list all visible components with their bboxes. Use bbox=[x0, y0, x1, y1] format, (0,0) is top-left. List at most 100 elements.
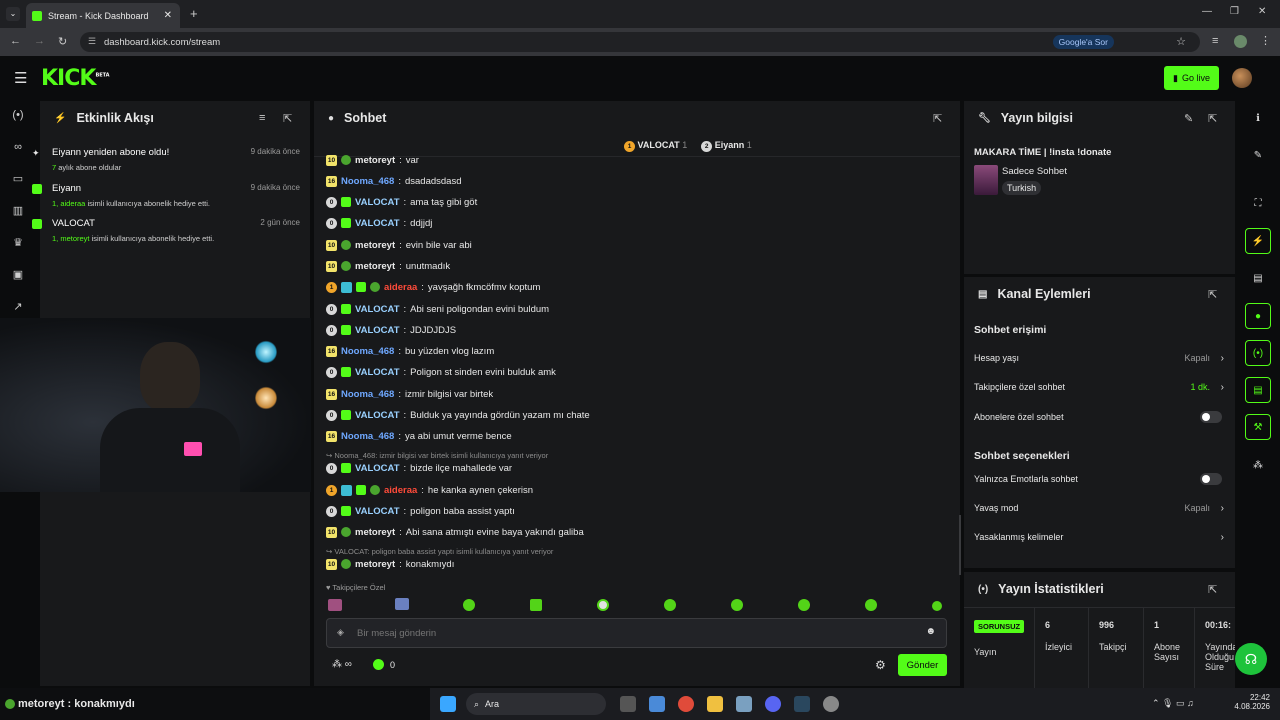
emote-icon[interactable] bbox=[530, 599, 542, 611]
chat-username[interactable]: metoreyt bbox=[355, 261, 395, 272]
emote-icon[interactable] bbox=[597, 599, 609, 611]
chat-username[interactable]: aideraa bbox=[384, 485, 417, 496]
emote-icon[interactable] bbox=[395, 598, 409, 610]
send-button[interactable]: Gönder bbox=[898, 654, 947, 676]
chat-username[interactable]: VALOCAT bbox=[355, 463, 400, 474]
account-age-row[interactable]: Hesap yaşı Kapalı › bbox=[974, 351, 1224, 365]
forward-icon[interactable]: → bbox=[34, 35, 45, 47]
app-icon[interactable] bbox=[736, 696, 752, 712]
chat-username[interactable]: metoreyt bbox=[355, 155, 395, 166]
chat-username[interactable]: metoreyt bbox=[355, 240, 395, 251]
popout-icon[interactable]: ⇱ bbox=[283, 112, 292, 125]
followers-chat-row[interactable]: Takipçilere özel sohbet 1 dk. › bbox=[974, 380, 1224, 394]
chat-username[interactable]: VALOCAT bbox=[355, 197, 400, 208]
taskbar-search[interactable]: ⌕ Ara bbox=[466, 693, 606, 715]
new-tab-icon[interactable]: + bbox=[190, 6, 198, 21]
emoji-icon[interactable]: ☻ bbox=[925, 626, 936, 637]
kick-logo[interactable]: KICKBETA bbox=[41, 66, 110, 91]
steam-icon[interactable] bbox=[794, 696, 810, 712]
browser-tab[interactable]: Stream - Kick Dashboard ✕ bbox=[26, 3, 180, 28]
connections-panel-icon[interactable]: ⁂ bbox=[1245, 452, 1271, 478]
profile-icon[interactable] bbox=[1234, 35, 1247, 48]
chat-username[interactable]: VALOCAT bbox=[355, 304, 400, 315]
info-icon[interactable]: ℹ bbox=[1245, 105, 1271, 131]
discord-icon[interactable] bbox=[765, 696, 781, 712]
emote-icon[interactable] bbox=[328, 599, 342, 611]
site-info-icon[interactable]: ☰ bbox=[88, 36, 96, 47]
emote-icon[interactable] bbox=[798, 599, 810, 611]
chat-panel-icon[interactable]: ● bbox=[1245, 303, 1271, 329]
chat-username[interactable]: Nooma_468 bbox=[341, 176, 394, 187]
chat-input-box[interactable]: ◈ ☻ bbox=[326, 618, 947, 648]
chat-username[interactable]: VALOCAT bbox=[355, 325, 400, 336]
bolt-panel-icon[interactable]: ⚡ bbox=[1245, 228, 1271, 254]
chrome-icon[interactable] bbox=[678, 696, 694, 712]
support-headset-icon[interactable]: ☊ bbox=[1235, 643, 1267, 675]
video-nav-icon[interactable]: ▣ bbox=[10, 267, 26, 283]
emote-only-toggle[interactable] bbox=[1200, 473, 1222, 485]
task-view-icon[interactable] bbox=[620, 696, 636, 712]
close-tab-icon[interactable]: ✕ bbox=[164, 10, 172, 21]
chat-username[interactable]: aideraa bbox=[384, 282, 417, 293]
filter-icon[interactable]: ≡ bbox=[259, 112, 265, 124]
hamburger-menu-icon[interactable]: ☰ bbox=[14, 69, 27, 87]
reload-icon[interactable]: ↻ bbox=[58, 35, 67, 48]
go-live-button[interactable]: ▮ Go live bbox=[1164, 66, 1219, 90]
pencil-icon[interactable]: ✎ bbox=[1245, 142, 1271, 168]
bookmark-star-icon[interactable]: ☆ bbox=[1176, 35, 1186, 48]
notes-icon[interactable]: ▤ bbox=[1245, 265, 1271, 291]
minimize-icon[interactable]: — bbox=[1202, 6, 1212, 17]
stream-nav-icon[interactable]: (•) bbox=[10, 107, 26, 123]
reading-list-icon[interactable]: ≡ bbox=[1212, 35, 1218, 47]
chat-message-input[interactable] bbox=[357, 625, 917, 641]
popout-icon[interactable]: ⇱ bbox=[933, 112, 942, 125]
google-sor-button[interactable]: Google'a Sor bbox=[1052, 35, 1114, 49]
emote-icon[interactable] bbox=[664, 599, 676, 611]
stats-nav-icon[interactable]: ↗ bbox=[10, 299, 26, 315]
user-avatar[interactable] bbox=[1232, 68, 1252, 88]
back-icon[interactable]: ← bbox=[10, 35, 21, 47]
chat-settings-gear-icon[interactable]: ⚙ bbox=[875, 658, 886, 672]
connections-icon[interactable]: ⁂ ∞ bbox=[332, 659, 352, 670]
popout-icon[interactable]: ⇱ bbox=[1208, 288, 1217, 301]
edit-pencil-icon[interactable]: ✎ bbox=[1184, 112, 1193, 125]
tab-list-icon[interactable]: ⌄ bbox=[6, 7, 20, 21]
chat-username[interactable]: VALOCAT bbox=[355, 410, 400, 421]
link-nav-icon[interactable]: ∞ bbox=[10, 139, 26, 155]
app-icon[interactable] bbox=[823, 696, 839, 712]
store-icon[interactable] bbox=[649, 696, 665, 712]
chat-username[interactable]: VALOCAT bbox=[355, 218, 400, 229]
restore-icon[interactable]: ❐ bbox=[1230, 6, 1239, 17]
channel-points[interactable]: 0 bbox=[373, 659, 395, 670]
analytics-nav-icon[interactable]: ▥ bbox=[10, 203, 26, 219]
emote-icon[interactable] bbox=[865, 599, 877, 611]
popout-icon[interactable]: ⇱ bbox=[1208, 583, 1217, 596]
banned-words-row[interactable]: Yasaklanmış kelimeler › bbox=[974, 530, 1224, 544]
actions-panel-icon[interactable]: ▤ bbox=[1245, 377, 1271, 403]
broadcast-panel-icon[interactable]: (•) bbox=[1245, 340, 1271, 366]
clock[interactable]: 22:42 4.08.2026 bbox=[1230, 693, 1270, 711]
chat-scrollbar[interactable] bbox=[959, 515, 961, 575]
url-field[interactable]: ☰ dashboard.kick.com/stream Google'a Sor… bbox=[80, 32, 1200, 52]
emote-icon[interactable] bbox=[731, 599, 743, 611]
chat-username[interactable]: Nooma_468 bbox=[341, 431, 394, 442]
emote-icon[interactable] bbox=[463, 599, 475, 611]
popout-icon[interactable]: ⇱ bbox=[1208, 112, 1217, 125]
chat-username[interactable]: metoreyt bbox=[355, 559, 395, 570]
chat-username[interactable]: Nooma_468 bbox=[341, 346, 394, 357]
chat-username[interactable]: VALOCAT bbox=[355, 367, 400, 378]
subs-chat-toggle[interactable] bbox=[1200, 411, 1222, 423]
chat-username[interactable]: metoreyt bbox=[355, 527, 395, 538]
screenshot-icon[interactable]: ⛶ bbox=[1245, 190, 1271, 216]
trophy-nav-icon[interactable]: ♛ bbox=[10, 235, 26, 251]
browser-menu-icon[interactable]: ⋮ bbox=[1260, 34, 1271, 47]
slow-mode-row[interactable]: Yavaş mod Kapalı › bbox=[974, 501, 1224, 515]
emote-icon[interactable] bbox=[932, 601, 942, 611]
start-icon[interactable] bbox=[440, 696, 456, 712]
tray-icons[interactable]: ⌃ 🎙︎ ▭ ♫ bbox=[1152, 698, 1194, 709]
chat-username[interactable]: Nooma_468 bbox=[341, 389, 394, 400]
chat-username[interactable]: VALOCAT bbox=[355, 506, 400, 517]
close-window-icon[interactable]: ✕ bbox=[1258, 6, 1266, 17]
browser-nav-icon[interactable]: ▭ bbox=[10, 171, 26, 187]
explorer-icon[interactable] bbox=[707, 696, 723, 712]
